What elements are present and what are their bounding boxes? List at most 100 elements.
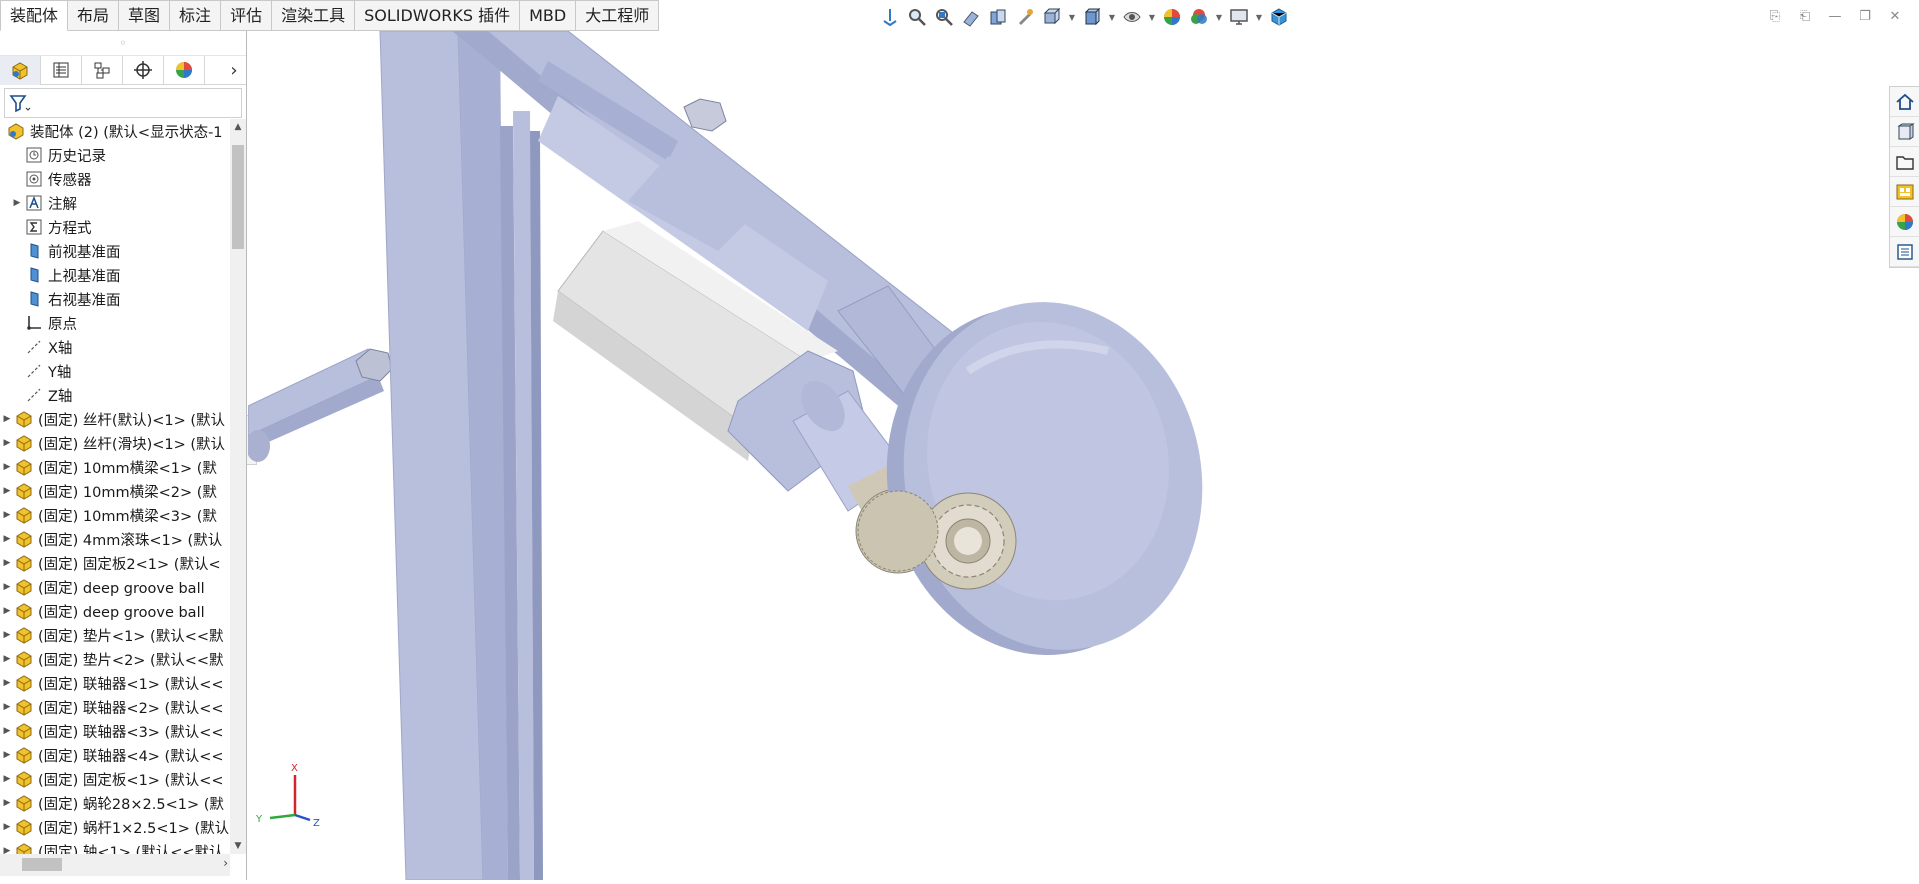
tree-item[interactable]: X轴 (0, 335, 230, 359)
tree-item[interactable]: ▶ (固定) 联轴器<4> (默认<< (0, 743, 230, 767)
expand-arrow-icon[interactable]: ▶ (0, 774, 14, 784)
expand-arrow-icon[interactable]: ▶ (0, 414, 14, 424)
expand-arrow-icon[interactable]: ▶ (0, 654, 14, 664)
tab-solidworks-addins[interactable]: SOLIDWORKS 插件 (355, 0, 521, 31)
expand-arrow-icon[interactable]: ▶ (0, 606, 14, 616)
expand-arrow-icon[interactable]: ▶ (10, 198, 24, 208)
expand-arrow-icon[interactable]: ▶ (0, 798, 14, 808)
chevron-right-icon[interactable]: › (223, 856, 228, 870)
tree-root-assembly[interactable]: 装配体 (2) (默认<显示状态-1 (0, 119, 230, 143)
expand-arrow-icon[interactable]: ▶ (0, 486, 14, 496)
apply-scene-icon[interactable] (1187, 5, 1211, 29)
expand-arrow-icon[interactable]: ▶ (0, 846, 14, 854)
featuremanager-tree-icon[interactable] (0, 55, 41, 85)
chevron-down-icon[interactable]: ▼ (1067, 13, 1077, 22)
tree-item[interactable]: ▶ (固定) deep groove ball (0, 599, 230, 623)
tree-item[interactable]: ▶ (固定) 轴<1> (默认<<默认 (0, 839, 230, 854)
view-palette-icon[interactable] (1890, 177, 1919, 207)
tree-item[interactable]: Z轴 (0, 383, 230, 407)
chevron-down-icon[interactable]: ▼ (230, 838, 246, 854)
chevron-up-icon[interactable]: ▲ (230, 119, 246, 135)
tree-item[interactable]: ▶ (固定) 蜗杆1×2.5<1> (默认 (0, 815, 230, 839)
tree-item[interactable]: 右视基准面 (0, 287, 230, 311)
appearances-icon[interactable] (1890, 207, 1919, 237)
tree-vertical-scrollbar[interactable]: ▲ ▼ (230, 119, 246, 854)
tree-item[interactable]: ▶ (固定) 垫片<2> (默认<<默 (0, 647, 230, 671)
tree-item[interactable]: 原点 (0, 311, 230, 335)
tree-item[interactable]: ▶ (固定) 垫片<1> (默认<<默 (0, 623, 230, 647)
chevron-right-icon[interactable]: › (222, 60, 246, 81)
close-icon[interactable]: ✕ (1883, 4, 1907, 28)
tree-item[interactable]: ▶ (固定) 蜗轮28×2.5<1> (默 (0, 791, 230, 815)
tree-item[interactable]: ▶ (固定) 固定板2<1> (默认< (0, 551, 230, 575)
view-orientation-cube-icon[interactable] (1040, 5, 1064, 29)
expand-arrow-icon[interactable]: ▶ (0, 750, 14, 760)
expand-arrow-icon[interactable]: ▶ (0, 510, 14, 520)
tree-horizontal-scrollbar[interactable]: › (0, 854, 230, 876)
tree-item[interactable]: ▶ (固定) 丝杆(默认)<1> (默认 (0, 407, 230, 431)
tree-item[interactable]: ▶ (固定) deep groove ball (0, 575, 230, 599)
tree-item[interactable]: ▶ (固定) 10mm横梁<2> (默 (0, 479, 230, 503)
tab-sketch[interactable]: 草图 (119, 0, 171, 31)
zoom-to-fit-icon[interactable] (905, 5, 929, 29)
tree-item[interactable]: 方程式 (0, 215, 230, 239)
tree-item[interactable]: 前视基准面 (0, 239, 230, 263)
tree-item[interactable]: ▶ (固定) 10mm横梁<3> (默 (0, 503, 230, 527)
tree-item[interactable]: ▶ (固定) 固定板<1> (默认<< (0, 767, 230, 791)
restore-right-icon[interactable]: ⎗ (1793, 4, 1817, 28)
scrollbar-thumb[interactable] (232, 145, 244, 249)
tab-evaluate[interactable]: 评估 (221, 0, 273, 31)
tree-item[interactable]: ▶ 注解 (0, 191, 230, 215)
expand-arrow-icon[interactable]: ▶ (0, 534, 14, 544)
dimxpertmanager-icon[interactable] (123, 55, 164, 85)
tree-item[interactable]: ▶ (固定) 4mm滚珠<1> (默认 (0, 527, 230, 551)
expand-arrow-icon[interactable]: ▶ (0, 462, 14, 472)
displaymanager-icon[interactable] (164, 55, 205, 85)
chevron-down-icon[interactable]: ▼ (1214, 13, 1224, 22)
tree-item[interactable]: ▶ (固定) 丝杆(滑块)<1> (默认 (0, 431, 230, 455)
expand-arrow-icon[interactable]: ▶ (0, 630, 14, 640)
expand-arrow-icon[interactable]: ▶ (0, 438, 14, 448)
tab-mbd[interactable]: MBD (520, 0, 577, 31)
scrollbar-thumb[interactable] (22, 858, 62, 871)
tab-render-tools[interactable]: 渲染工具 (272, 0, 356, 31)
custom-properties-icon[interactable] (1890, 237, 1919, 267)
tree-item[interactable]: ▶ (固定) 10mm横梁<1> (默 (0, 455, 230, 479)
view-settings-icon[interactable] (1227, 5, 1251, 29)
panel-grip-icon[interactable]: ◦ (0, 31, 246, 55)
expand-arrow-icon[interactable]: ▶ (0, 822, 14, 832)
tree-item[interactable]: 历史记录 (0, 143, 230, 167)
tree-item[interactable]: Y轴 (0, 359, 230, 383)
expand-arrow-icon[interactable]: ▶ (0, 702, 14, 712)
expand-arrow-icon[interactable]: ▶ (0, 558, 14, 568)
dynamic-annotation-icon[interactable] (1013, 5, 1037, 29)
chevron-down-icon[interactable]: ▼ (1107, 13, 1117, 22)
configurationmanager-icon[interactable] (82, 55, 123, 85)
tree-item[interactable]: ▶ (固定) 联轴器<2> (默认<< (0, 695, 230, 719)
design-library-icon[interactable] (1890, 117, 1919, 147)
tree-item[interactable]: 上视基准面 (0, 263, 230, 287)
tab-markup[interactable]: 标注 (170, 0, 222, 31)
chevron-down-icon[interactable]: ▼ (1147, 13, 1157, 22)
tab-assembly[interactable]: 装配体 (0, 0, 69, 31)
restore-icon[interactable]: ❐ (1853, 4, 1877, 28)
expand-arrow-icon[interactable]: ▶ (0, 726, 14, 736)
3d-view-icon[interactable] (1267, 5, 1291, 29)
zoom-to-area-icon[interactable] (932, 5, 956, 29)
tree-item[interactable]: ▶ (固定) 联轴器<3> (默认<< (0, 719, 230, 743)
display-style-icon[interactable] (1080, 5, 1104, 29)
chevron-down-icon[interactable]: ▼ (1254, 13, 1264, 22)
tab-big-engineer[interactable]: 大工程师 (576, 0, 660, 31)
section-view-icon[interactable] (986, 5, 1010, 29)
hide-show-items-icon[interactable] (1120, 5, 1144, 29)
expand-arrow-icon[interactable]: ▶ (0, 678, 14, 688)
tree-item[interactable]: 传感器 (0, 167, 230, 191)
tree-item[interactable]: ▶ (固定) 联轴器<1> (默认<< (0, 671, 230, 695)
tab-layout[interactable]: 布局 (68, 0, 120, 31)
view-orientation-icon[interactable] (878, 5, 902, 29)
tree-filter[interactable] (4, 88, 242, 118)
graphics-area[interactable] (246, 30, 1888, 881)
edit-appearance-icon[interactable] (1160, 5, 1184, 29)
file-explorer-icon[interactable] (1890, 147, 1919, 177)
minimize-icon[interactable]: — (1823, 4, 1847, 28)
